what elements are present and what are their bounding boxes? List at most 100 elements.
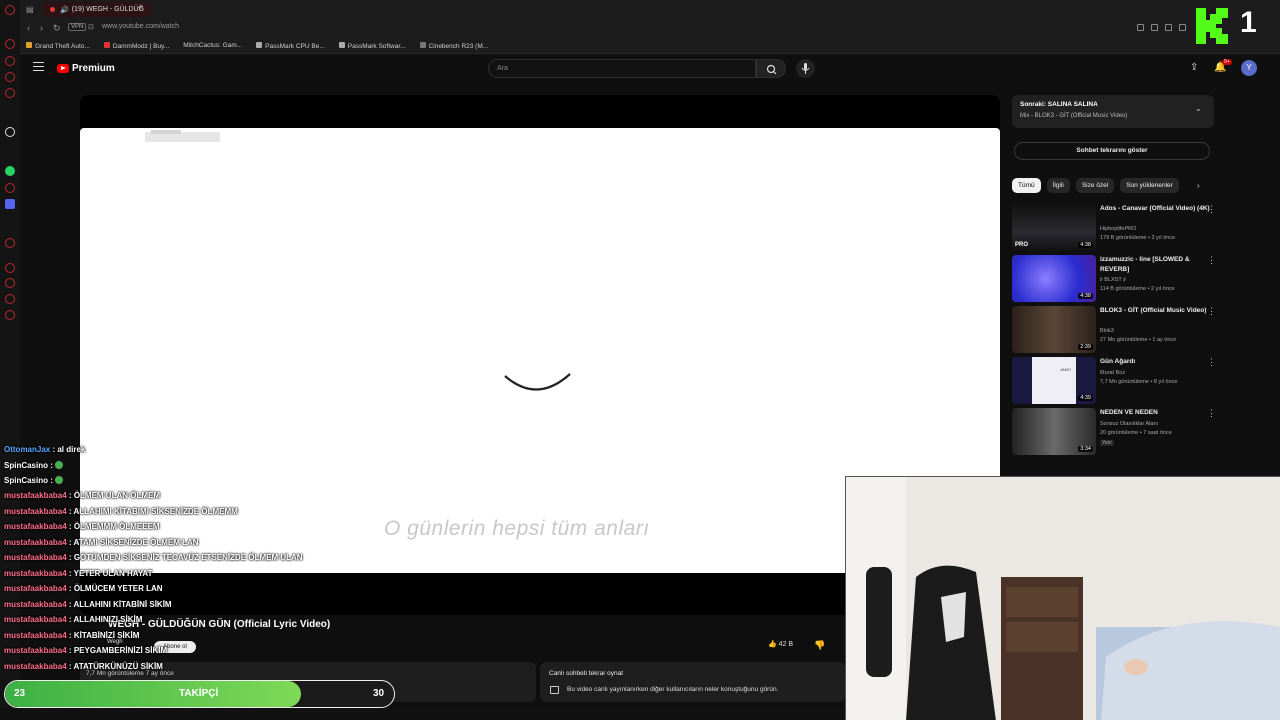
youtube-brand[interactable]: Premium (72, 63, 115, 74)
url-field[interactable]: www.youtube.com/watch (102, 23, 179, 30)
chat-message: mustafaakbaba4 : ÖLMEMMM ÖLMEEEM (4, 522, 160, 531)
like-button[interactable]: 👍 42 B (768, 640, 808, 654)
search-input[interactable]: Ara (488, 59, 756, 78)
speaker-icon[interactable]: 🔊 (60, 6, 69, 14)
bookmark-item[interactable]: DammModz | Buy... (103, 41, 169, 50)
video-thumbnail[interactable]: 3:34 (1012, 408, 1096, 455)
video-thumbnail[interactable]: JANTİ 4:39 (1012, 357, 1096, 404)
bookmark-item[interactable]: Cinebench R23 (M... (419, 41, 488, 50)
video-thumbnail[interactable]: PRO 4:38 (1012, 204, 1096, 251)
instagram-icon[interactable] (5, 183, 15, 193)
webcam-feed (845, 476, 1280, 720)
chat-replay-panel (540, 662, 845, 702)
kick-logo-icon (1196, 8, 1228, 44)
chat-message: mustafaakbaba4 : ALLAHIMI KİTABIMI SİKSE… (4, 507, 238, 516)
rec-meta: 20 görüntüleme • 7 saat önce (1100, 430, 1172, 436)
follower-goal: 30 (373, 688, 385, 699)
like-count: 42 B (778, 641, 794, 648)
chat-message: mustafaakbaba4 : ALLAHINI KİTABİNİ SİKİM (4, 600, 172, 609)
active-tab[interactable]: 🔊 (19) WEGH - GÜLDÜĞ (42, 2, 152, 17)
chat-icon (550, 686, 559, 694)
video-thumbnail[interactable]: 4:38 (1012, 255, 1096, 302)
notification-count: 9+ (1222, 59, 1232, 65)
chip-all[interactable]: Tümü (1012, 178, 1041, 193)
whatsapp-icon[interactable] (5, 166, 15, 176)
clock-icon[interactable] (5, 278, 15, 288)
reload-icon[interactable]: ↻ (53, 23, 61, 34)
bookmark-item[interactable]: Grand Theft Auto... (26, 41, 90, 50)
new-badge: Yeni (1100, 440, 1114, 446)
rec-channel: ♯ BLXST ♯ (1100, 277, 1126, 283)
forward-icon[interactable]: › (40, 23, 43, 33)
chevron-down-icon[interactable]: ⌄ (1195, 104, 1202, 113)
youtube-logo-icon[interactable] (57, 64, 69, 73)
bookmark-item[interactable]: MitchCactus: Gam... (183, 42, 242, 49)
tab-bar (20, 0, 1280, 19)
chat-message: OttomanJax : al direk (4, 445, 86, 454)
search-button[interactable] (756, 59, 786, 78)
new-tab-button[interactable]: + (137, 3, 143, 14)
discord-icon[interactable] (5, 199, 15, 209)
thumbs-up-icon: 👍 (768, 641, 777, 648)
more-options-icon[interactable]: ⋮ (1207, 408, 1216, 419)
address-bar (20, 19, 1280, 38)
chip-recent[interactable]: Son yüklenenler (1120, 178, 1179, 193)
recommendation-item[interactable]: 3:34 NEDEN VE NEDEN Sonsuz Olasılıklar A… (1012, 408, 1218, 456)
player-icon[interactable] (5, 238, 15, 248)
recommendation-item[interactable]: JANTİ 4:39 Gün Ağardı Murat Boz 7,7 Mn g… (1012, 357, 1218, 405)
emote-icon (55, 476, 64, 484)
chat-message: mustafaakbaba4 : KİTABİNİZİ SİKİM (4, 631, 140, 640)
chevron-right-icon[interactable]: › (1197, 181, 1200, 190)
recommendation-item[interactable]: 2:39 BLOK3 - GİT (Official Music Video) … (1012, 306, 1218, 354)
snapshot-toolbar-icon[interactable] (1151, 24, 1158, 31)
show-chat-replay-button[interactable]: Sohbet tekrarını göster (1014, 142, 1210, 160)
lock-icon[interactable]: ⊡ (88, 23, 94, 31)
more-options-icon[interactable]: ⋮ (1207, 255, 1216, 266)
follower-label: TAKİPÇİ (179, 688, 219, 699)
play-icon[interactable] (1179, 24, 1186, 31)
follower-current: 23 (14, 688, 26, 699)
pinboard-icon[interactable] (5, 263, 15, 273)
dislike-button[interactable]: 👎 (814, 640, 825, 651)
chat-message: SpinCasino : (4, 461, 64, 470)
chip-related[interactable]: İlgili (1046, 178, 1070, 193)
gift-icon[interactable] (5, 72, 15, 82)
bookmarks-bar: Grand Theft Auto... DammModz | Buy... Mi… (20, 38, 1280, 54)
home-icon[interactable] (5, 56, 15, 66)
rec-title: Gün Ağardı (1100, 358, 1136, 365)
opera-logo-icon[interactable] (5, 5, 15, 15)
chip-for-you[interactable]: Size özel (1075, 178, 1115, 193)
follower-goal-progress (5, 681, 301, 707)
more-options-icon[interactable]: ⋮ (1207, 204, 1216, 215)
download-icon[interactable] (1137, 24, 1144, 31)
vpn-badge[interactable]: VPN (68, 23, 87, 31)
bookmark-item[interactable]: PassMark Softwar... (338, 41, 406, 50)
voice-search-button[interactable] (796, 59, 815, 78)
rec-channel: Murat Boz (1100, 370, 1126, 376)
snapshot-icon[interactable] (5, 88, 15, 98)
bookmark-item[interactable]: PassMark CPU Be... (256, 41, 325, 50)
back-icon[interactable]: ‹ (27, 23, 30, 33)
rec-meta: 114 B görüntüleme • 2 yıl önce (1100, 286, 1175, 292)
avatar[interactable]: Y (1241, 60, 1257, 76)
up-next-panel[interactable] (1012, 95, 1214, 128)
recommendation-item[interactable]: 4:38 izzamuzzic - line [SLOWED & REVERB]… (1012, 255, 1218, 303)
tab-title: (19) WEGH - GÜLDÜĞ (71, 6, 145, 13)
extensions-icon[interactable] (5, 294, 15, 304)
video-thumbnail[interactable]: 2:39 (1012, 306, 1096, 353)
adblock-icon[interactable] (1165, 24, 1172, 31)
emote-icon (55, 461, 64, 469)
scribble-decoration (145, 130, 220, 142)
hamburger-menu-icon[interactable] (33, 62, 44, 71)
aria-icon[interactable] (5, 127, 15, 137)
up-next-title: Sonraki: SALINA SALINA (1020, 101, 1098, 108)
upload-icon[interactable]: ⇪ (1190, 62, 1198, 73)
rec-meta: 7,7 Mn görüntüleme • 8 yıl önce (1100, 379, 1178, 385)
more-options-icon[interactable]: ⋮ (1207, 357, 1216, 368)
workspace-icon[interactable]: ▤ (26, 5, 34, 14)
history-icon[interactable] (5, 39, 15, 49)
recommendation-item[interactable]: PRO 4:38 Ados - Canavar (Official Video)… (1012, 204, 1218, 252)
more-options-icon[interactable]: ⋮ (1207, 306, 1216, 317)
settings-icon[interactable] (5, 310, 15, 320)
rec-channel: HiphoplifePRO (1100, 226, 1137, 232)
